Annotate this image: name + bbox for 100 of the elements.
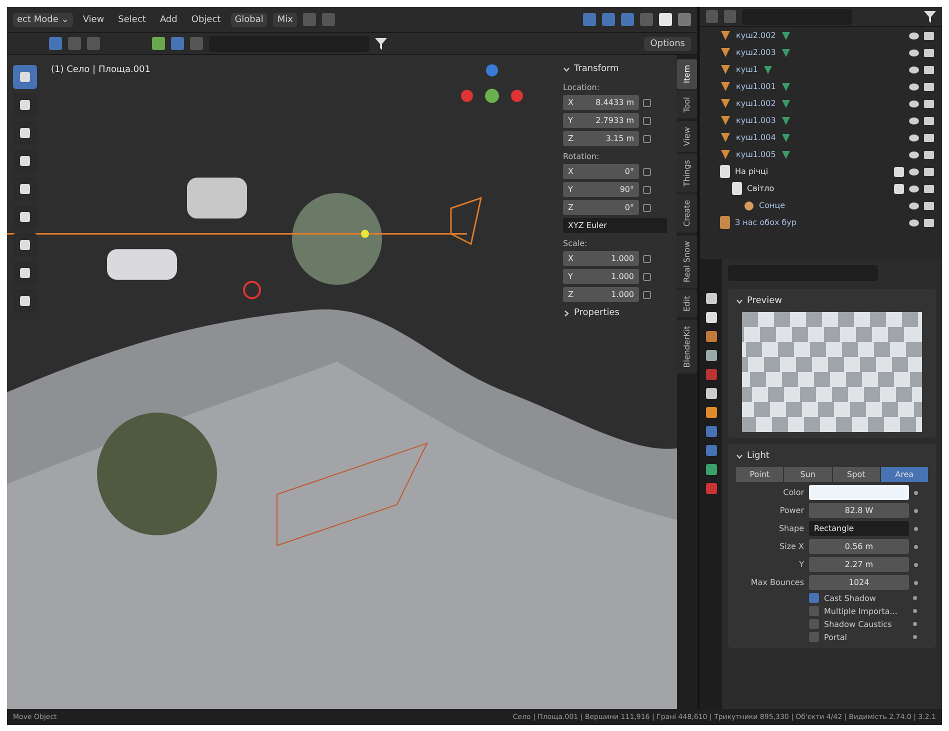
- search-field[interactable]: [742, 8, 852, 24]
- outliner-item[interactable]: куш2.003: [736, 48, 776, 57]
- keyframe-dot-icon[interactable]: [913, 596, 917, 600]
- viewport-label: (1) Село | Площа.001: [51, 65, 151, 75]
- menu-item[interactable]: Object: [187, 12, 225, 26]
- mesh-data-icon: [762, 64, 773, 74]
- options-button[interactable]: Options: [644, 36, 691, 50]
- checkbox[interactable]: [809, 593, 819, 603]
- mesh-data-icon: [780, 82, 791, 92]
- number-field[interactable]: 1024: [809, 575, 909, 590]
- filter-icon[interactable]: [924, 10, 936, 22]
- chevron-down-icon[interactable]: [736, 452, 743, 460]
- mesh-triangle-icon: [720, 98, 731, 109]
- number-field[interactable]: Y 1.000: [563, 269, 639, 284]
- dropdown-menu[interactable]: ect Mode ⌄: [13, 12, 73, 26]
- keyframe-dot-icon[interactable]: [913, 635, 917, 639]
- rotation-mode-dropdown[interactable]: XYZ Euler: [563, 218, 667, 233]
- number-field[interactable]: Z 0°: [563, 200, 639, 215]
- sidebar-tab[interactable]: BlenderKit: [677, 320, 697, 374]
- outliner-item[interactable]: куш2.002: [736, 31, 776, 40]
- checkbox[interactable]: [809, 632, 819, 642]
- outliner-item[interactable]: куш1.005: [736, 150, 776, 159]
- mesh-data-icon: [780, 116, 791, 126]
- sidebar-tab[interactable]: View: [677, 120, 697, 152]
- lock-icon[interactable]: [643, 98, 651, 106]
- keyframe-dot-icon[interactable]: [914, 526, 918, 530]
- outliner-item[interactable]: Сонце: [759, 201, 786, 210]
- keyframe-dot-icon[interactable]: [914, 490, 918, 494]
- keyframe-dot-icon[interactable]: [914, 562, 918, 566]
- light-type-button[interactable]: Point: [736, 467, 784, 482]
- number-field[interactable]: Y 90°: [563, 182, 639, 197]
- lock-icon[interactable]: [643, 290, 651, 298]
- sidebar-tab[interactable]: Tool: [677, 91, 697, 119]
- lock-icon[interactable]: [643, 134, 651, 142]
- lock-icon[interactable]: [643, 204, 651, 212]
- lock-icon[interactable]: [643, 186, 651, 194]
- number-field[interactable]: X 0°: [563, 164, 639, 179]
- outliner-item[interactable]: куш1.001: [736, 82, 776, 91]
- outliner-item[interactable]: куш1.003: [736, 116, 776, 125]
- field-label: Color: [782, 488, 804, 497]
- sidebar-tab[interactable]: Real Snow: [677, 234, 697, 288]
- number-field[interactable]: Z 3.15 m: [563, 131, 639, 146]
- lock-icon[interactable]: [643, 272, 651, 280]
- field-label: Power: [778, 506, 804, 515]
- number-field[interactable]: Z 1.000: [563, 287, 639, 302]
- mesh-triangle-icon: [720, 81, 731, 92]
- keyframe-dot-icon[interactable]: [914, 580, 918, 584]
- number-field[interactable]: X 8.4433 m: [563, 95, 639, 110]
- color-swatch[interactable]: [809, 485, 909, 500]
- checkbox[interactable]: [809, 619, 819, 629]
- dropdown-menu[interactable]: Mix: [273, 12, 297, 26]
- chevron-down-icon[interactable]: [736, 298, 743, 304]
- chevron-right-icon[interactable]: [563, 310, 570, 316]
- menu-item[interactable]: Select: [114, 12, 150, 26]
- lock-icon[interactable]: [643, 168, 651, 176]
- chevron-down-icon[interactable]: [563, 66, 570, 72]
- panel-title[interactable]: Transform: [574, 61, 619, 77]
- sidebar-tab[interactable]: Things: [677, 154, 697, 192]
- sidebar-tab[interactable]: Edit: [677, 290, 697, 318]
- number-field[interactable]: 82.8 W: [809, 503, 909, 518]
- light-type-button[interactable]: Area: [880, 467, 928, 482]
- shape-dropdown[interactable]: Rectangle: [809, 521, 909, 536]
- keyframe-dot-icon[interactable]: [914, 544, 918, 548]
- filter-icon[interactable]: [375, 38, 387, 50]
- keyframe-dot-icon[interactable]: [913, 622, 917, 626]
- outliner-item[interactable]: Світло: [747, 184, 774, 193]
- outliner-item[interactable]: куш1: [736, 65, 758, 74]
- mesh-triangle-icon: [720, 115, 731, 126]
- panel-title[interactable]: Light: [747, 448, 770, 464]
- keyframe-dot-icon[interactable]: [914, 508, 918, 512]
- mesh-data-icon: [780, 30, 791, 40]
- number-field[interactable]: 0.56 m: [809, 539, 909, 554]
- dropdown-menu[interactable]: Global: [230, 12, 268, 26]
- mesh-data-icon: [780, 48, 791, 58]
- sidebar-tab[interactable]: Create: [677, 194, 697, 233]
- mesh-data-icon: [780, 132, 791, 142]
- lock-icon[interactable]: [643, 116, 651, 124]
- outliner-item[interactable]: куш1.002: [736, 99, 776, 108]
- checkbox[interactable]: [809, 606, 819, 616]
- mesh-triangle-icon: [720, 30, 731, 41]
- outliner-item[interactable]: куш1.004: [736, 133, 776, 142]
- mesh-triangle-icon: [720, 64, 731, 75]
- number-field[interactable]: 2.27 m: [809, 557, 909, 572]
- light-type-button[interactable]: Spot: [832, 467, 880, 482]
- exclude-checkbox[interactable]: [894, 184, 904, 194]
- menu-item[interactable]: Add: [156, 12, 182, 26]
- keyframe-dot-icon[interactable]: [913, 609, 917, 613]
- exclude-checkbox[interactable]: [894, 166, 904, 176]
- mesh-data-icon: [780, 150, 791, 160]
- outliner-item[interactable]: З нас обох бур: [735, 218, 796, 227]
- number-field[interactable]: Y 2.7933 m: [563, 113, 639, 128]
- field-label: Y: [798, 560, 804, 569]
- panel-title[interactable]: Preview: [747, 293, 782, 309]
- number-field[interactable]: X 1.000: [563, 251, 639, 266]
- menu-item[interactable]: View: [78, 12, 108, 26]
- panel-title[interactable]: Properties: [574, 305, 620, 321]
- light-type-button[interactable]: Sun: [784, 467, 832, 482]
- lock-icon[interactable]: [643, 254, 651, 262]
- outliner-item[interactable]: На річці: [735, 167, 768, 176]
- sidebar-tab[interactable]: Item: [677, 59, 697, 90]
